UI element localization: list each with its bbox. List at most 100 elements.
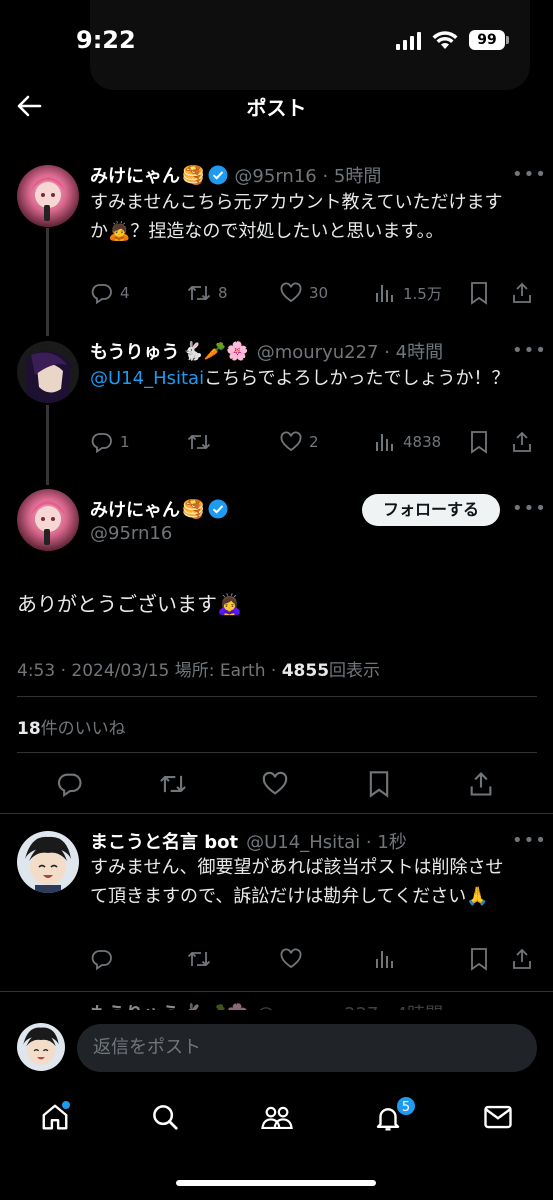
views-chart-icon: [376, 951, 393, 968]
divider: [0, 991, 553, 992]
retweet-icon: [187, 951, 211, 967]
likes-label: 件のいいね: [40, 719, 126, 739]
display-name[interactable]: もうりゅう: [90, 338, 179, 364]
name-emoji: 🥞: [182, 164, 205, 186]
retweet-icon[interactable]: [158, 770, 188, 798]
retweet-icon: [187, 285, 211, 301]
views-chart-icon: [376, 285, 393, 302]
reply-button[interactable]: 1: [90, 430, 130, 454]
views-count: 4838: [403, 433, 442, 451]
like-button[interactable]: [279, 947, 303, 971]
share-icon[interactable]: [467, 770, 495, 798]
heart-icon[interactable]: [261, 770, 289, 798]
display-name[interactable]: まこうと名言 bot: [90, 828, 238, 854]
more-options-icon[interactable]: •••: [512, 164, 547, 185]
share-button[interactable]: [510, 430, 534, 454]
share-button[interactable]: [510, 947, 534, 971]
page-title: ポスト: [246, 96, 307, 120]
divider: [17, 696, 537, 697]
display-name[interactable]: みけにゃん: [90, 496, 180, 522]
tweet-meta: 4:53 · 2024/03/15 場所: Earth · 4855回表示: [17, 656, 380, 681]
avatar[interactable]: [17, 341, 79, 403]
status-time: 9:22: [76, 26, 136, 54]
bookmark-button[interactable]: [468, 430, 490, 454]
divider: [0, 813, 553, 814]
reply-icon: [91, 284, 112, 305]
reply-button[interactable]: [90, 947, 114, 971]
heart-icon: [280, 431, 302, 452]
name-emoji: 🐇🥕🌸: [181, 340, 249, 362]
share-icon: [513, 431, 531, 452]
views-button[interactable]: 1.5万: [373, 281, 442, 305]
likes-summary[interactable]: 18件のいいね: [17, 714, 126, 739]
communities-icon[interactable]: [260, 1102, 294, 1132]
avatar[interactable]: [17, 489, 79, 551]
wifi-icon: [432, 31, 458, 49]
views-count: 1.5万: [403, 284, 442, 303]
views-button[interactable]: [373, 947, 397, 971]
views-total: 4855: [281, 661, 330, 681]
retweet-button[interactable]: [186, 430, 218, 454]
verified-badge-icon: [208, 165, 228, 185]
messages-icon[interactable]: [483, 1103, 513, 1131]
tweet-header: もうりゅう 🐇🥕🌸 @mouryu227 · 4時間: [90, 338, 443, 364]
retweet-icon: [187, 434, 211, 450]
bookmark-icon[interactable]: [366, 770, 392, 798]
share-icon: [513, 948, 531, 969]
my-avatar[interactable]: [17, 1023, 65, 1071]
reply-icon[interactable]: [56, 770, 84, 798]
retweet-count: 8: [218, 284, 228, 302]
bookmark-icon: [471, 948, 487, 971]
reply-count: 1: [120, 433, 130, 451]
bookmark-icon: [471, 431, 487, 454]
tweet-header: まこうと名言 bot @U14_Hsitai · 1秒: [90, 828, 407, 854]
like-count: 2: [309, 433, 319, 451]
likes-total: 18: [17, 719, 41, 739]
like-button[interactable]: 2: [279, 430, 319, 454]
tweet-actions: [90, 947, 535, 971]
handle-time: @mouryu227 · 4時間: [256, 342, 444, 363]
more-options-icon[interactable]: •••: [512, 498, 547, 519]
bookmark-button[interactable]: [468, 281, 490, 305]
share-button[interactable]: [510, 281, 534, 305]
retweet-button[interactable]: 8: [186, 281, 228, 305]
reply-icon: [91, 433, 112, 454]
reply-input[interactable]: 返信をポスト: [77, 1024, 537, 1072]
tweet-actions: 1 2 4838: [90, 430, 535, 454]
handle-time: @U14_Hsitai · 1秒: [246, 832, 407, 853]
bookmark-icon: [471, 282, 487, 305]
tweet-header: みけにゃん 🥞: [90, 496, 228, 522]
tweet-actions: 4 8 30 1.5万: [90, 281, 535, 305]
reply-count: 4: [120, 284, 130, 302]
tweet-text: @U14_Hsitaiこちらでよろしかったでしょうか！？: [90, 364, 510, 393]
avatar[interactable]: [17, 165, 79, 227]
retweet-button[interactable]: [186, 947, 212, 971]
name-emoji: 🥞: [182, 498, 205, 520]
follow-button[interactable]: フォローする: [362, 494, 500, 526]
reply-button[interactable]: 4: [90, 281, 130, 305]
signal-icon: [396, 32, 421, 50]
thread-line: [46, 405, 49, 485]
tweet-body: こちらでよろしかったでしょうか！？: [204, 368, 510, 389]
battery-level: 99: [469, 30, 505, 50]
display-name[interactable]: みけにゃん: [90, 162, 180, 188]
tweet-timestamp: 4:53 · 2024/03/15 場所: Earth ·: [17, 661, 282, 681]
views-label: 回表示: [329, 661, 381, 681]
like-button[interactable]: 30: [279, 281, 328, 305]
more-options-icon[interactable]: •••: [512, 340, 547, 361]
thread-line: [46, 228, 49, 336]
views-button[interactable]: 4838: [373, 430, 441, 454]
tweet-text: ありがとうございます🙇‍♀️: [17, 592, 242, 616]
home-indicator: [176, 1180, 376, 1186]
tweet-header: みけにゃん 🥞 @95rn16 · 5時間: [90, 162, 381, 188]
views-chart-icon: [376, 434, 393, 451]
avatar[interactable]: [17, 831, 79, 893]
status-bar: 9:22 99: [0, 0, 553, 90]
mention-link[interactable]: @U14_Hsitai: [90, 368, 204, 389]
bookmark-button[interactable]: [468, 947, 490, 971]
search-icon[interactable]: [150, 1102, 180, 1132]
heart-icon: [280, 282, 302, 303]
more-options-icon[interactable]: •••: [512, 830, 547, 851]
verified-badge-icon: [208, 499, 228, 519]
divider: [17, 752, 537, 753]
